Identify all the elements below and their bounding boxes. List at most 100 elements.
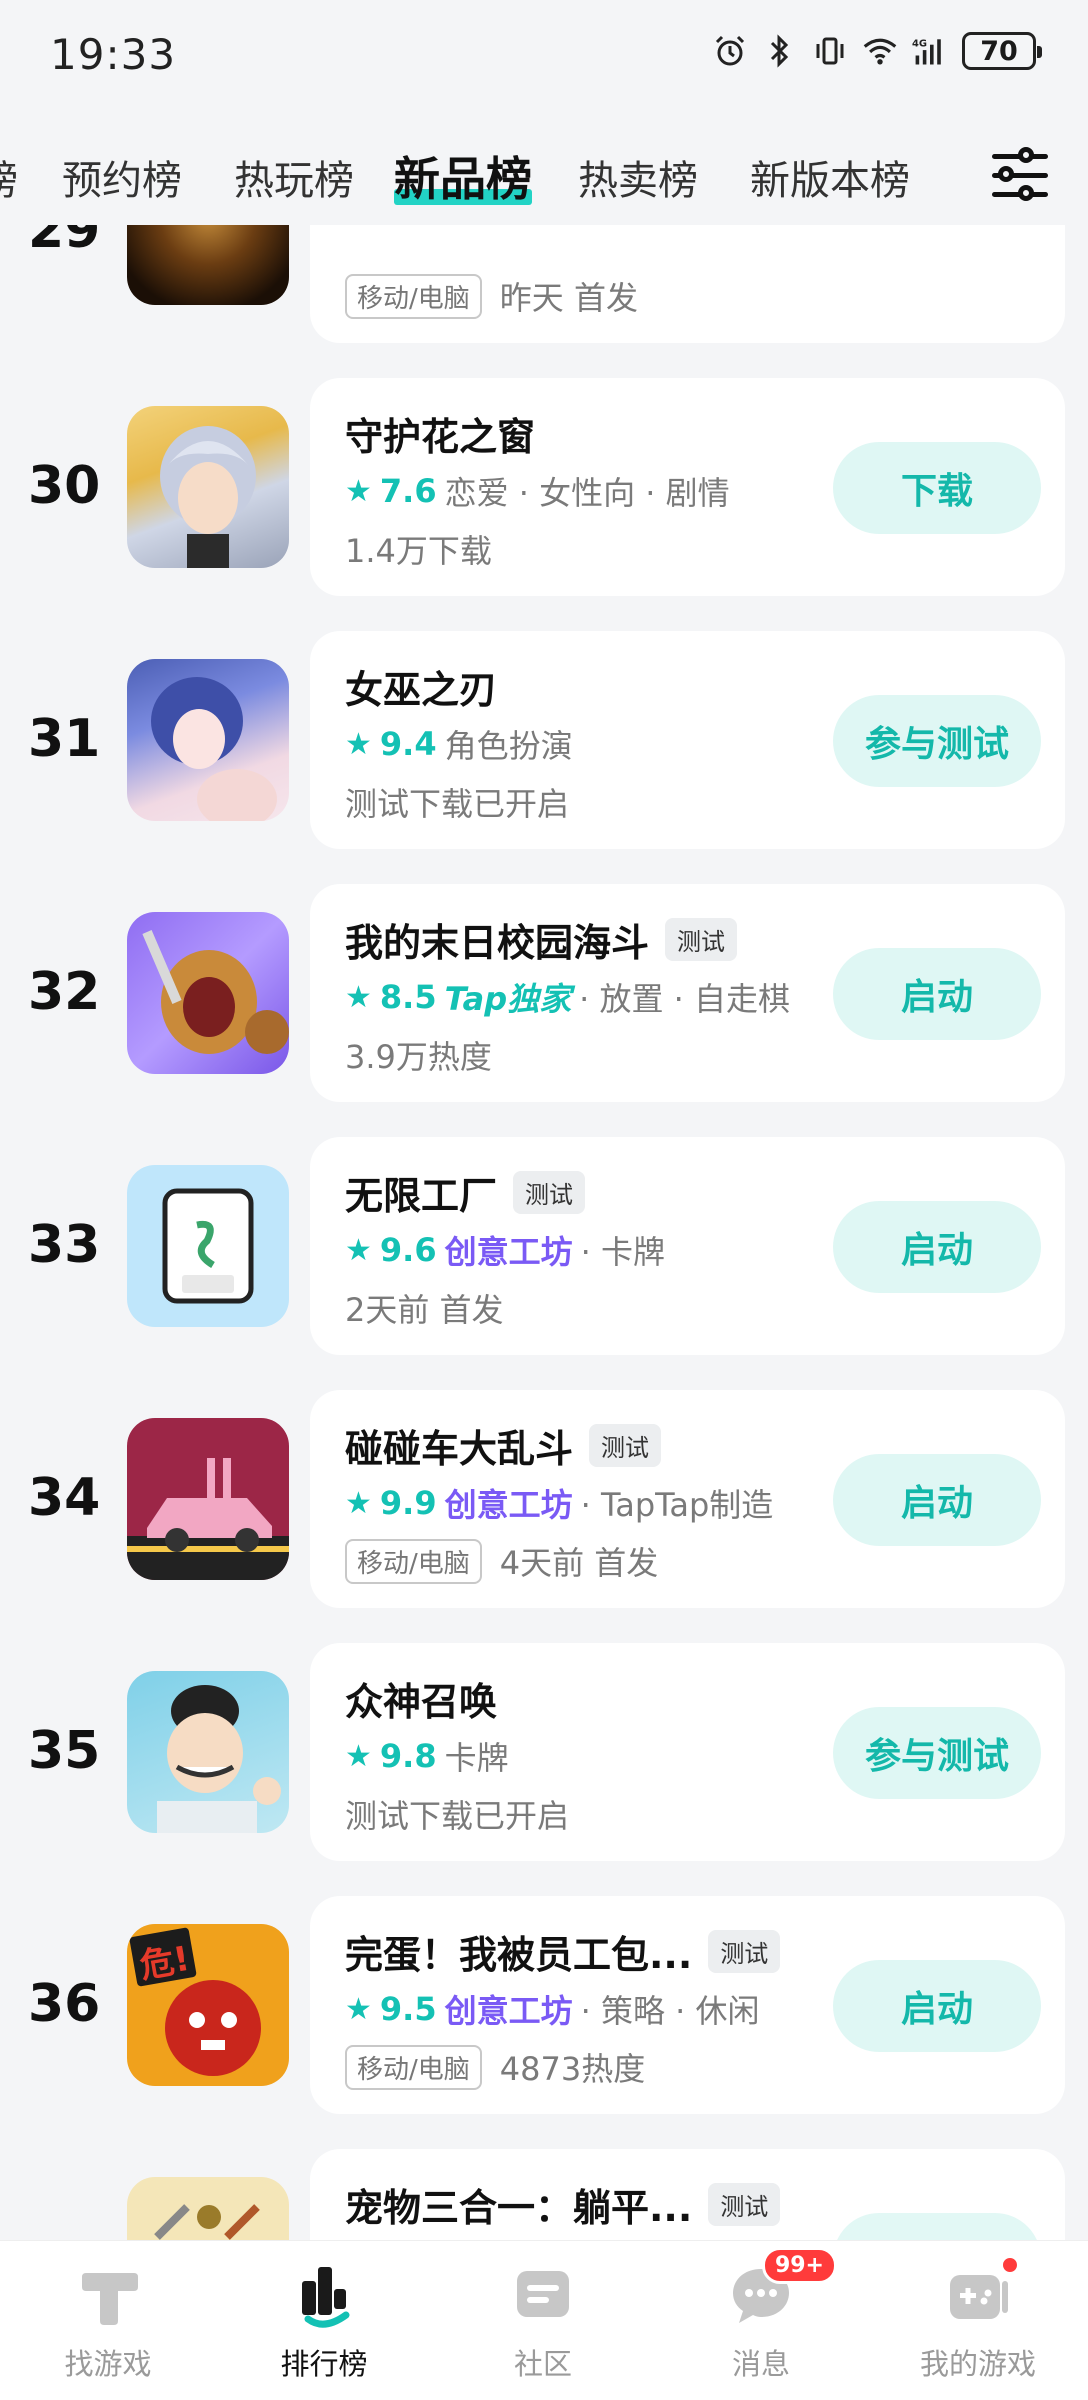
tab-partial[interactable]: 榜 — [0, 148, 18, 206]
list-item[interactable]: 33 无限工厂 测试 ★ 9.6 创意工坊 · 卡牌 2天前 首发 启动 — [0, 1137, 1088, 1355]
join-test-button[interactable]: 参与测试 — [833, 1707, 1041, 1799]
nav-community[interactable]: 社区 — [443, 2259, 643, 2383]
game-title: 完蛋！我被员工包... — [345, 1933, 693, 1977]
rank-number: 36 — [28, 1974, 101, 2034]
game-score: 9.8 — [379, 1737, 437, 1775]
game-icon — [127, 1418, 289, 1580]
nav-messages[interactable]: 99+ 消息 — [661, 2247, 861, 2383]
game-meta: ★ 8.5 Tap独家 · 放置 · 自走棋 — [345, 974, 790, 1020]
game-tags: 卡牌 — [444, 1739, 509, 1777]
game-card[interactable]: 移动/电脑 昨天 首发 启动 — [310, 225, 1065, 343]
game-title: 无限工厂 — [345, 1174, 498, 1218]
game-meta: ★ 7.6 恋爱 · 女性向 · 剧情 — [345, 468, 730, 514]
studio-tag: 创意工坊 — [444, 1992, 573, 2030]
platform-tag: 移动/电脑 — [345, 2044, 482, 2090]
launch-button[interactable]: 启动 — [833, 1960, 1041, 2052]
nav-label: 我的游戏 — [919, 2347, 1036, 2381]
game-sub: 移动/电脑 昨天 首发 — [345, 273, 638, 319]
game-card[interactable]: 众神召唤 ★ 9.8 卡牌 测试下载已开启 参与测试 — [310, 1643, 1065, 1861]
ranking-tabs: 榜 预约榜 热玩榜 新品榜 热卖榜 新版本榜 — [0, 130, 1088, 225]
list-item[interactable]: 35 众神召唤 ★ 9.8 卡牌 测试下载已开启 参与测试 — [0, 1643, 1088, 1861]
game-meta: ★ 9.9 创意工坊 · TapTap制造 — [345, 1480, 773, 1526]
join-test-button[interactable]: 参与测试 — [833, 695, 1041, 787]
game-card[interactable]: 完蛋！我被员工包... 测试 ★ 9.5 创意工坊 · 策略 · 休闲 移动/电… — [310, 1896, 1065, 2114]
rank-number: 35 — [28, 1721, 101, 1781]
game-score: 8.5 — [379, 978, 437, 1016]
tab-hot-sell[interactable]: 热卖榜 — [578, 148, 698, 206]
game-card[interactable]: 守护花之窗 ★ 7.6 恋爱 · 女性向 · 剧情 1.4万下载 下载 — [310, 378, 1065, 596]
launch-button[interactable]: 启动 — [833, 1201, 1041, 1293]
rank-number: 31 — [28, 709, 101, 769]
launch-button[interactable]: 启动 — [833, 948, 1041, 1040]
game-sub-text: 1.4万下载 — [345, 532, 492, 570]
game-title: 碰碰车大乱斗 — [345, 1427, 574, 1471]
download-button[interactable]: 下载 — [833, 442, 1041, 534]
community-icon — [507, 2259, 579, 2331]
game-sub: 移动/电脑 4873热度 — [345, 2044, 645, 2090]
list-item[interactable]: 宠物三合一：躺平... 测试 — [0, 2149, 1088, 2240]
game-meta: ★ 9.6 创意工坊 · 卡牌 — [345, 1227, 665, 1273]
list-item[interactable]: 36 危! 完蛋！我被员工包... 测试 ★ 9.5 创意工坊 · 策略 · 休… — [0, 1896, 1088, 2114]
studio-tag: 创意工坊 — [444, 1486, 573, 1524]
game-card[interactable]: 碰碰车大乱斗 测试 ★ 9.9 创意工坊 · TapTap制造 移动/电脑 4天… — [310, 1390, 1065, 1608]
list-item[interactable]: 31 女巫之刃 ★ 9.4 角色扮演 测试下载已开启 参与测试 — [0, 631, 1088, 849]
game-sub-text: 昨天 首发 — [499, 279, 638, 317]
taptap-icon — [72, 2259, 144, 2331]
tab-new-label: 新品榜 — [394, 152, 532, 206]
test-badge: 测试 — [708, 1930, 781, 1973]
status-bar: 19:33 4G 70 — [0, 0, 1088, 110]
star-icon: ★ — [345, 1991, 372, 2027]
game-sub-text: 4873热度 — [499, 2050, 646, 2088]
game-sub-text: 2天前 首发 — [345, 1291, 504, 1329]
list-item[interactable]: 30 守护花之窗 ★ 7.6 恋爱 · 女性向 · 剧情 1.4万下载 下载 — [0, 378, 1088, 596]
game-card[interactable]: 女巫之刃 ★ 9.4 角色扮演 测试下载已开启 参与测试 — [310, 631, 1065, 849]
nav-ranking[interactable]: 排行榜 — [224, 2259, 424, 2383]
game-tags: · TapTap制造 — [580, 1486, 774, 1524]
game-meta: ★ 9.5 创意工坊 · 策略 · 休闲 — [345, 1986, 759, 2032]
svg-text:危!: 危! — [137, 1939, 193, 1987]
vibrate-icon — [812, 33, 848, 69]
game-card[interactable]: 无限工厂 测试 ★ 9.6 创意工坊 · 卡牌 2天前 首发 启动 — [310, 1137, 1065, 1355]
game-tags: 角色扮演 — [444, 727, 573, 765]
filter-icon[interactable] — [988, 146, 1052, 206]
star-icon: ★ — [345, 1232, 372, 1268]
rank-number: 33 — [28, 1215, 101, 1275]
game-score: 7.6 — [379, 472, 437, 510]
game-sub: 测试下载已开启 — [345, 779, 569, 825]
game-card[interactable]: 我的末日校园海斗 测试 ★ 8.5 Tap独家 · 放置 · 自走棋 3.9万热… — [310, 884, 1065, 1102]
tab-new[interactable]: 新品榜 — [394, 143, 532, 209]
rank-number: 34 — [28, 1468, 101, 1528]
message-icon: 99+ — [725, 2247, 837, 2331]
studio-tag: 创意工坊 — [444, 1233, 573, 1271]
star-icon: ★ — [345, 473, 372, 509]
list-item[interactable]: 34 碰碰车大乱斗 测试 ★ 9.9 创意工坊 · TapTap制造 移动/电脑… — [0, 1390, 1088, 1608]
test-badge: 测试 — [665, 918, 738, 961]
action-button[interactable] — [833, 2213, 1041, 2240]
platform-tag: 移动/电脑 — [345, 273, 482, 319]
tab-new-version[interactable]: 新版本榜 — [750, 148, 910, 206]
alarm-icon — [712, 33, 748, 69]
game-title: 女巫之刃 — [345, 668, 498, 712]
game-icon — [127, 912, 289, 1074]
nav-label: 排行榜 — [280, 2347, 368, 2381]
star-icon: ★ — [345, 1485, 372, 1521]
wifi-icon — [862, 33, 898, 69]
game-score: 9.5 — [379, 1990, 437, 2028]
nav-label: 消息 — [731, 2347, 790, 2381]
game-sub-text: 测试下载已开启 — [345, 1797, 570, 1835]
launch-button[interactable]: 启动 — [833, 1454, 1041, 1546]
game-sub-text: 测试下载已开启 — [345, 785, 570, 823]
message-badge: 99+ — [761, 2247, 837, 2284]
list-item[interactable]: 32 我的末日校园海斗 测试 ★ 8.5 Tap独家 · 放置 · 自走棋 3.… — [0, 884, 1088, 1102]
nav-my-games[interactable]: 我的游戏 — [878, 2255, 1078, 2383]
game-title: 我的末日校园海斗 — [345, 921, 650, 965]
test-badge: 测试 — [708, 2183, 781, 2226]
game-icon — [127, 406, 289, 568]
tab-reservation[interactable]: 预约榜 — [62, 148, 182, 206]
svg-text:4G: 4G — [912, 39, 927, 50]
tab-hot-play[interactable]: 热玩榜 — [234, 148, 354, 206]
game-score: 9.9 — [379, 1484, 437, 1522]
game-card[interactable]: 宠物三合一：躺平... 测试 — [310, 2149, 1065, 2240]
list-item[interactable]: 29 移动/电脑 昨天 首发 启动 — [0, 225, 1088, 343]
nav-find-games[interactable]: 找游戏 — [8, 2259, 208, 2383]
